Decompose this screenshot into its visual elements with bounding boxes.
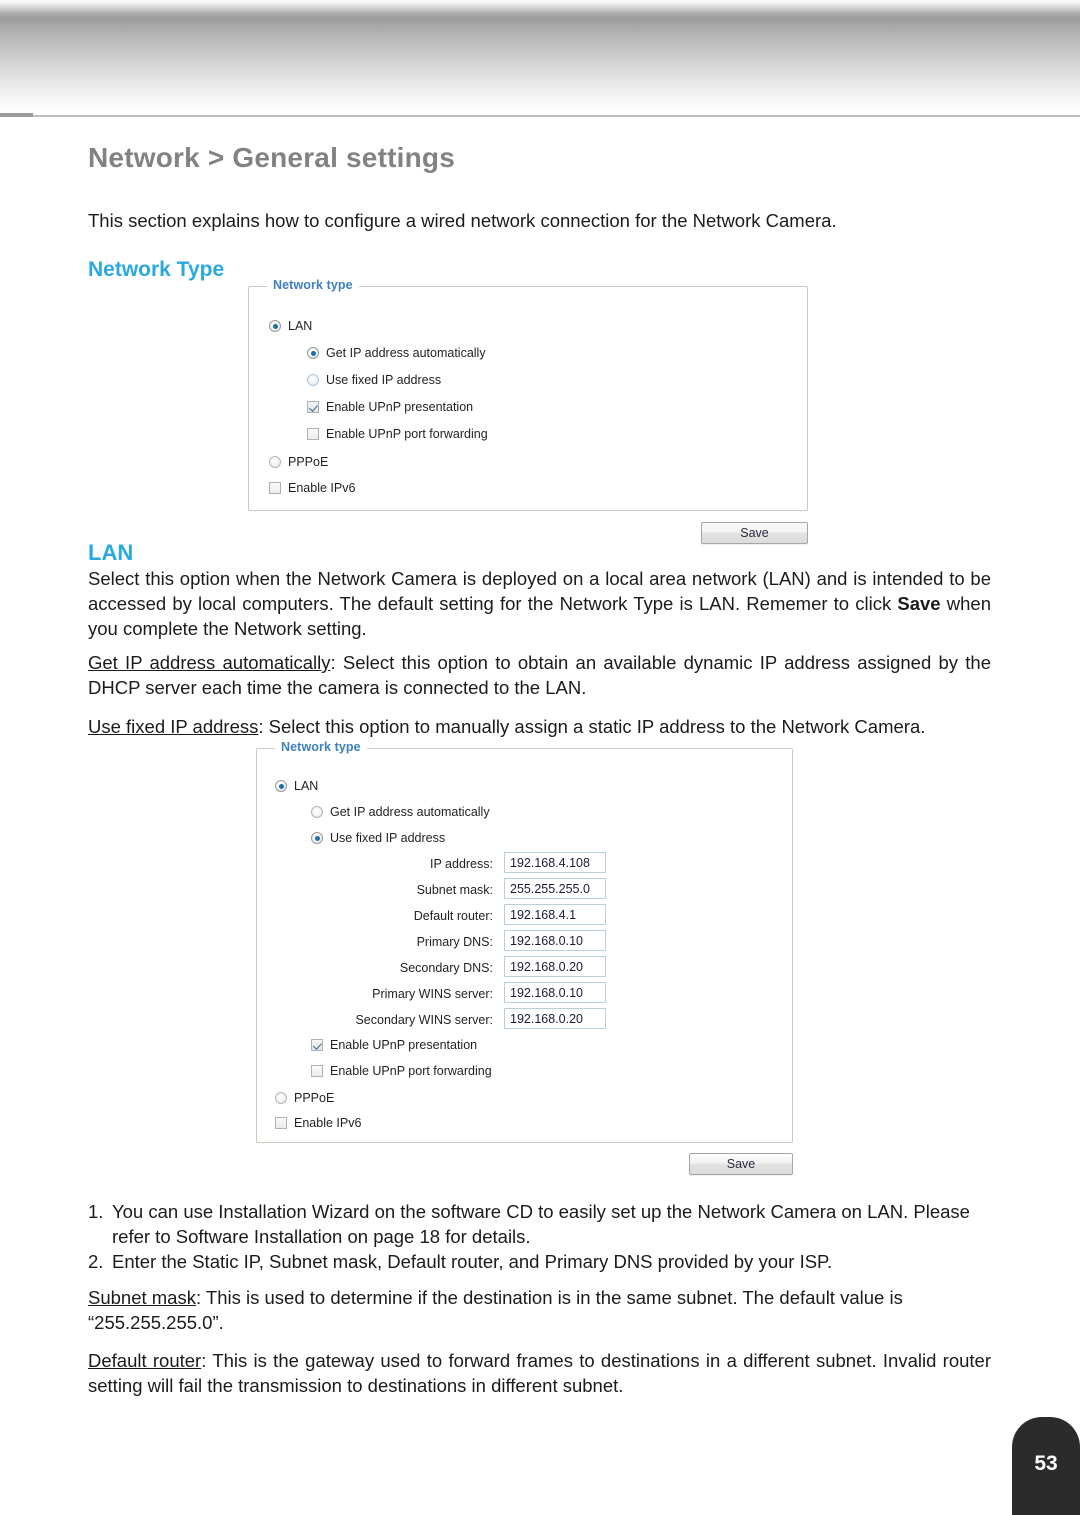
checkbox-enable-ipv6-icon[interactable] xyxy=(275,1117,287,1129)
radio-get-ip-label: Get IP address automatically xyxy=(326,346,486,360)
radio-lan-label: LAN xyxy=(288,319,313,333)
checkbox-upnp-presentation-icon[interactable] xyxy=(311,1039,323,1051)
list-item-marker: 1. xyxy=(88,1201,104,1222)
radio-pppoe-icon[interactable] xyxy=(275,1092,287,1104)
radio-get-ip-icon[interactable] xyxy=(307,347,319,359)
radio-option-use-fixed-ip[interactable]: Use fixed IP address xyxy=(307,373,441,387)
network-type-panel-fixed-ip: Network type LAN Get IP address automati… xyxy=(256,740,793,1176)
paragraph-lan-description: Select this option when the Network Came… xyxy=(88,566,991,641)
field-label-secondary-wins-server: Secondary WINS server: xyxy=(355,1013,493,1027)
checkbox-upnp-presentation-icon[interactable] xyxy=(307,401,319,413)
checkbox-option-upnp-port-forwarding[interactable]: Enable UPnP port forwarding xyxy=(311,1064,492,1078)
save-button[interactable]: Save xyxy=(689,1153,793,1175)
input-primary-dns[interactable] xyxy=(504,930,606,951)
input-ip-address[interactable] xyxy=(504,852,606,873)
field-label-secondary-dns: Secondary DNS: xyxy=(399,961,493,975)
radio-option-lan[interactable]: LAN xyxy=(275,779,318,793)
intro-paragraph: This section explains how to configure a… xyxy=(88,210,837,231)
save-button[interactable]: Save xyxy=(701,522,808,544)
network-type-fieldset: Network type LAN Get IP address automati… xyxy=(248,278,808,511)
radio-pppoe-label: PPPoE xyxy=(294,1091,335,1105)
input-secondary-wins-server[interactable] xyxy=(504,1008,606,1029)
radio-use-fixed-ip-label: Use fixed IP address xyxy=(326,373,442,387)
radio-use-fixed-ip-label: Use fixed IP address xyxy=(330,831,446,845)
section-heading-network-type: Network Type xyxy=(88,258,225,281)
page-number: 53 xyxy=(1034,1452,1058,1475)
checkbox-option-enable-ipv6[interactable]: Enable IPv6 xyxy=(269,481,355,495)
fieldset-legend: Network type xyxy=(275,740,367,754)
manual-page: Network > General settings This section … xyxy=(0,0,1080,1515)
term-default-router-description: : This is the gateway used to forward fr… xyxy=(88,1350,991,1396)
checkbox-option-upnp-presentation[interactable]: Enable UPnP presentation xyxy=(307,400,473,414)
radio-use-fixed-ip-icon[interactable] xyxy=(311,832,323,844)
radio-lan-label: LAN xyxy=(294,779,319,793)
radio-lan-icon[interactable] xyxy=(275,780,287,792)
radio-use-fixed-ip-icon[interactable] xyxy=(307,374,319,386)
page-header-gloss xyxy=(0,0,1080,4)
numbered-notes-list: 1. You can use Installation Wizard on th… xyxy=(88,1199,991,1274)
checkbox-upnp-port-forwarding-icon[interactable] xyxy=(307,428,319,440)
checkbox-enable-ipv6-label: Enable IPv6 xyxy=(288,481,356,495)
checkbox-upnp-port-forwarding-icon[interactable] xyxy=(311,1065,323,1077)
checkbox-upnp-port-forwarding-label: Enable UPnP port forwarding xyxy=(326,427,488,441)
term-use-fixed-ip: Use fixed IP address xyxy=(88,716,259,737)
term-subnet-mask: Subnet mask xyxy=(88,1287,196,1308)
page-number-badge: 53 xyxy=(1012,1417,1080,1515)
input-subnet-mask[interactable] xyxy=(504,878,606,899)
radio-get-ip-icon[interactable] xyxy=(311,806,323,818)
radio-option-get-ip-automatically[interactable]: Get IP address automatically xyxy=(311,805,490,819)
fieldset-legend: Network type xyxy=(267,278,359,292)
section-heading-lan: LAN xyxy=(88,540,134,565)
checkbox-enable-ipv6-label: Enable IPv6 xyxy=(294,1116,362,1130)
checkbox-upnp-presentation-label: Enable UPnP presentation xyxy=(330,1038,478,1052)
radio-pppoe-icon[interactable] xyxy=(269,456,281,468)
term-get-ip-automatically: Get IP address automatically xyxy=(88,652,331,673)
lan-desc-save-emphasis: Save xyxy=(897,593,941,614)
checkbox-enable-ipv6-icon[interactable] xyxy=(269,482,281,494)
page-header-rule xyxy=(0,115,1080,117)
term-default-router: Default router xyxy=(88,1350,202,1371)
list-item: 2. Enter the Static IP, Subnet mask, Def… xyxy=(88,1249,991,1274)
field-label-subnet-mask: Subnet mask: xyxy=(416,883,493,897)
paragraph-use-fixed-ip: Use fixed IP address: Select this option… xyxy=(88,714,991,739)
page-header-band xyxy=(0,0,1080,118)
radio-get-ip-label: Get IP address automatically xyxy=(330,805,490,819)
radio-lan-icon[interactable] xyxy=(269,320,281,332)
checkbox-option-enable-ipv6[interactable]: Enable IPv6 xyxy=(275,1116,361,1130)
radio-option-lan[interactable]: LAN xyxy=(269,319,312,333)
input-primary-wins-server[interactable] xyxy=(504,982,606,1003)
checkbox-upnp-presentation-label: Enable UPnP presentation xyxy=(326,400,474,414)
page-header-rule-accent xyxy=(0,113,33,117)
radio-option-use-fixed-ip[interactable]: Use fixed IP address xyxy=(311,831,445,845)
list-item: 1. You can use Installation Wizard on th… xyxy=(88,1199,991,1249)
checkbox-option-upnp-port-forwarding[interactable]: Enable UPnP port forwarding xyxy=(307,427,488,441)
list-item-marker: 2. xyxy=(88,1251,104,1272)
paragraph-default-router: Default router: This is the gateway used… xyxy=(88,1348,991,1398)
paragraph-subnet-mask: Subnet mask: This is used to determine i… xyxy=(88,1285,991,1335)
radio-pppoe-label: PPPoE xyxy=(288,455,329,469)
term-subnet-mask-description: : This is used to determine if the desti… xyxy=(88,1287,903,1333)
paragraph-get-ip-automatically: Get IP address automatically: Select thi… xyxy=(88,650,991,700)
term-use-fixed-ip-description: : Select this option to manually assign … xyxy=(258,716,926,737)
checkbox-upnp-port-forwarding-label: Enable UPnP port forwarding xyxy=(330,1064,492,1078)
radio-option-get-ip-automatically[interactable]: Get IP address automatically xyxy=(307,346,486,360)
field-label-ip-address: IP address: xyxy=(429,857,493,871)
list-item-text: You can use Installation Wizard on the s… xyxy=(112,1201,970,1247)
radio-option-pppoe[interactable]: PPPoE xyxy=(269,455,328,469)
field-label-primary-wins-server: Primary WINS server: xyxy=(372,987,493,1001)
radio-option-pppoe[interactable]: PPPoE xyxy=(275,1091,334,1105)
checkbox-option-upnp-presentation[interactable]: Enable UPnP presentation xyxy=(311,1038,477,1052)
input-secondary-dns[interactable] xyxy=(504,956,606,977)
field-label-primary-dns: Primary DNS: xyxy=(416,935,493,949)
field-label-default-router: Default router: xyxy=(413,909,493,923)
page-title: Network > General settings xyxy=(88,142,455,173)
network-type-fieldset: Network type LAN Get IP address automati… xyxy=(256,740,793,1143)
input-default-router[interactable] xyxy=(504,904,606,925)
lan-desc-part-a: Select this option when the Network Came… xyxy=(88,568,991,614)
list-item-text: Enter the Static IP, Subnet mask, Defaul… xyxy=(112,1251,833,1272)
network-type-panel-basic: Network type LAN Get IP address automati… xyxy=(248,278,808,544)
